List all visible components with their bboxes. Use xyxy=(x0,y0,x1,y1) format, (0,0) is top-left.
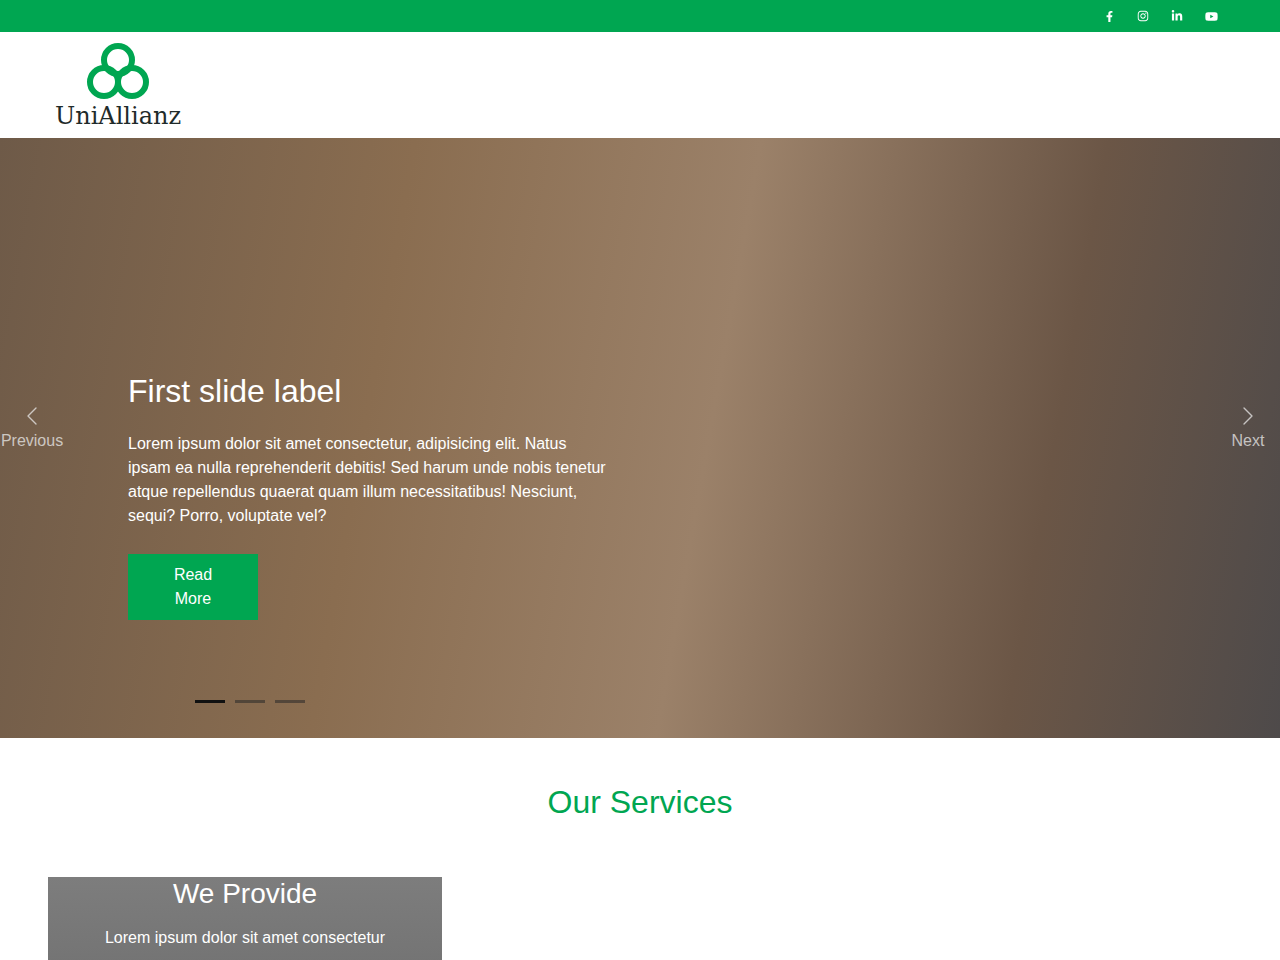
slide-caption: First slide label Lorem ipsum dolor sit a… xyxy=(0,138,610,620)
hero-carousel: First slide label Lorem ipsum dolor sit a… xyxy=(0,138,1280,738)
service-cards: We Provide Lorem ipsum dolor sit amet con… xyxy=(48,877,1232,960)
top-bar xyxy=(0,0,1280,32)
chevron-right-icon xyxy=(1232,400,1264,432)
service-card-text: Lorem ipsum dolor sit amet consectetur xyxy=(105,929,385,947)
slide-title: First slide label xyxy=(128,372,341,410)
services-section: Our Services We Provide Lorem ipsum dolor … xyxy=(0,738,1280,960)
services-title: Our Services xyxy=(548,784,733,821)
carousel-indicator[interactable] xyxy=(275,700,305,703)
next-control[interactable]: Next xyxy=(1216,400,1280,450)
linkedin-icon[interactable] xyxy=(1170,9,1184,23)
facebook-icon[interactable] xyxy=(1102,9,1116,23)
service-card[interactable]: We Provide Lorem ipsum dolor sit amet con… xyxy=(48,877,442,960)
youtube-icon[interactable] xyxy=(1204,9,1218,23)
logo[interactable]: UniAllianz xyxy=(55,41,181,129)
previous-control[interactable]: Previous xyxy=(0,400,64,450)
logo-text: UniAllianz xyxy=(55,103,181,129)
carousel-indicators xyxy=(195,700,305,703)
carousel-indicator[interactable] xyxy=(195,700,225,703)
header: UniAllianz xyxy=(0,32,1280,138)
trefoil-logo-icon xyxy=(84,41,152,101)
service-card-title: We Provide xyxy=(173,877,317,911)
read-more-button[interactable]: Read More xyxy=(128,554,258,620)
carousel-indicator[interactable] xyxy=(235,700,265,703)
slide-text: Lorem ipsum dolor sit amet consectetur, … xyxy=(128,432,610,528)
instagram-icon[interactable] xyxy=(1136,9,1150,23)
chevron-left-icon xyxy=(16,400,48,432)
